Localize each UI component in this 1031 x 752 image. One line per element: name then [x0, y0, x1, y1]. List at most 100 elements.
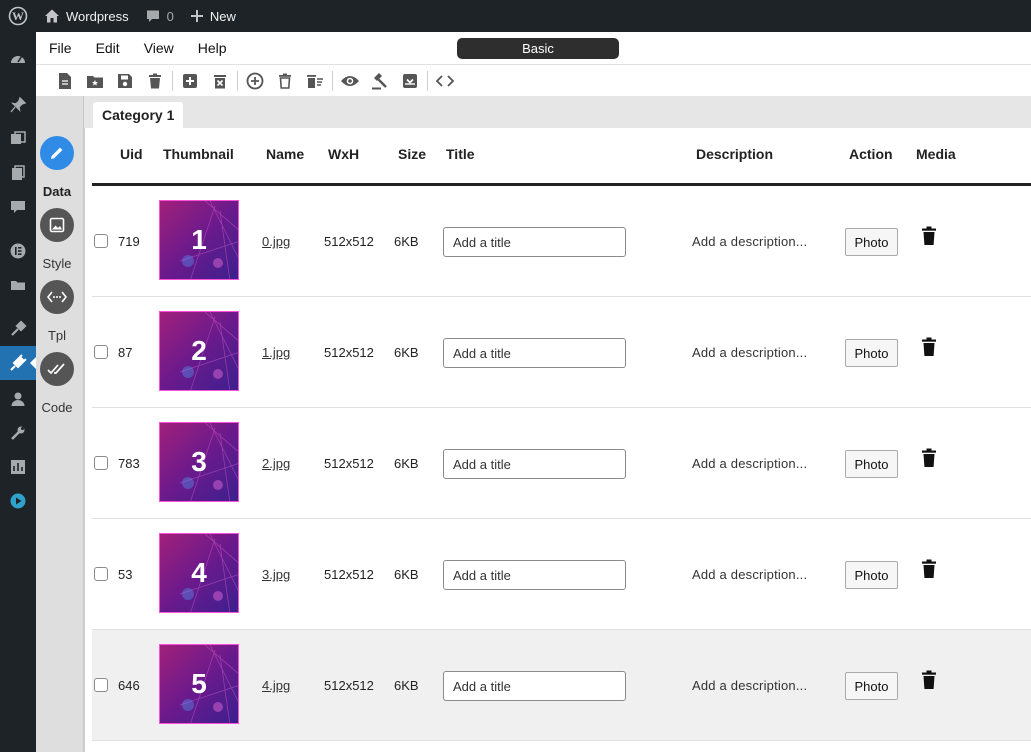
row-file-link[interactable]: 3.jpg — [262, 567, 290, 582]
row-description[interactable]: Add a description... — [692, 345, 807, 360]
comments-menu-icon[interactable] — [0, 190, 36, 224]
row-file-link[interactable]: 1.jpg — [262, 345, 290, 360]
row-thumbnail[interactable]: 5 — [159, 644, 239, 724]
thumbnail-number: 2 — [191, 335, 207, 366]
tools-icon[interactable] — [0, 416, 36, 450]
row-dimensions: 512x512 — [324, 678, 374, 693]
table-row: 646 5 4.jpg 512x512 6KB Add a descriptio… — [92, 630, 1031, 741]
row-checkbox[interactable] — [94, 234, 108, 248]
row-photo-button[interactable]: Photo — [845, 339, 898, 367]
content-area: Category 1 Uid Thumbnail Name WxH Size T… — [84, 96, 1031, 752]
app-side-nav: Data Style Tpl Code — [36, 96, 84, 752]
save-icon[interactable] — [110, 67, 140, 95]
delete-box-icon[interactable] — [205, 67, 235, 95]
trash-icon[interactable] — [921, 670, 937, 693]
col-media: Media — [916, 146, 956, 162]
row-file-link[interactable]: 4.jpg — [262, 678, 290, 693]
new-label: New — [209, 8, 236, 24]
trash-icon[interactable] — [921, 559, 937, 582]
row-photo-button[interactable]: Photo — [845, 672, 898, 700]
wordpress-logo-icon[interactable]: W — [0, 0, 36, 32]
category-tabs: Category 1 — [84, 96, 1031, 128]
col-description: Description — [696, 146, 774, 162]
row-photo-button[interactable]: Photo — [845, 228, 898, 256]
row-description[interactable]: Add a description... — [692, 456, 807, 471]
row-file-link[interactable]: 0.jpg — [262, 234, 290, 249]
delete-sweep-icon[interactable] — [300, 67, 330, 95]
tab-category-1[interactable]: Category 1 — [93, 102, 184, 128]
toolbar — [36, 65, 1031, 96]
elementor-icon[interactable] — [0, 234, 36, 268]
menu-edit[interactable]: Edit — [84, 40, 132, 56]
row-title-input[interactable] — [443, 227, 626, 257]
wp-admin-menu — [0, 32, 36, 752]
play-circle-icon[interactable] — [0, 484, 36, 518]
folder-icon[interactable] — [0, 268, 36, 302]
nav-style[interactable]: Style — [36, 208, 78, 271]
menu-file[interactable]: File — [36, 40, 84, 56]
trash-icon[interactable] — [921, 337, 937, 360]
mode-toggle[interactable]: Basic — [457, 38, 619, 59]
row-file-link[interactable]: 2.jpg — [262, 456, 290, 471]
trash-icon[interactable] — [921, 226, 937, 249]
code-icon[interactable] — [430, 67, 460, 95]
row-thumbnail[interactable]: 3 — [159, 422, 239, 502]
gavel-icon[interactable] — [365, 67, 395, 95]
row-checkbox[interactable] — [94, 567, 108, 581]
comment-icon — [145, 8, 161, 24]
row-title-input[interactable] — [443, 560, 626, 590]
nav-code[interactable]: Code — [36, 352, 78, 415]
add-circle-icon[interactable] — [240, 67, 270, 95]
plugins-icon[interactable] — [0, 346, 36, 380]
settings-icon[interactable] — [0, 450, 36, 484]
open-folder-star-icon[interactable] — [80, 67, 110, 95]
row-checkbox[interactable] — [94, 456, 108, 470]
row-title-input[interactable] — [443, 338, 626, 368]
toolbar-separator — [332, 70, 333, 91]
row-thumbnail[interactable]: 4 — [159, 533, 239, 613]
comments-link[interactable]: 0 — [137, 0, 182, 32]
row-description[interactable]: Add a description... — [692, 234, 807, 249]
row-description[interactable]: Add a description... — [692, 678, 807, 693]
nav-data[interactable]: Data — [36, 136, 78, 199]
col-wxh: WxH — [328, 146, 360, 162]
new-content-link[interactable]: New — [182, 0, 244, 32]
add-box-icon[interactable] — [175, 67, 205, 95]
trash-icon[interactable] — [140, 67, 170, 95]
col-action: Action — [849, 146, 893, 162]
row-photo-button[interactable]: Photo — [845, 561, 898, 589]
appearance-icon[interactable] — [0, 312, 36, 346]
row-title-input[interactable] — [443, 671, 626, 701]
nav-data-label: Data — [42, 184, 72, 199]
pages-icon[interactable] — [0, 156, 36, 190]
app-menubar: File Edit View Help Basic — [36, 32, 1031, 65]
trash-icon[interactable] — [921, 448, 937, 471]
row-checkbox[interactable] — [94, 678, 108, 692]
row-checkbox[interactable] — [94, 345, 108, 359]
row-title-input[interactable] — [443, 449, 626, 479]
menu-help[interactable]: Help — [186, 40, 239, 56]
row-thumbnail[interactable]: 2 — [159, 311, 239, 391]
nav-tpl[interactable]: Tpl — [36, 280, 78, 343]
thumbnail-number: 3 — [191, 446, 207, 477]
preview-eye-icon[interactable] — [335, 67, 365, 95]
dashboard-icon[interactable] — [0, 42, 36, 76]
menu-view[interactable]: View — [132, 40, 186, 56]
row-thumbnail[interactable]: 1 — [159, 200, 239, 280]
row-photo-button[interactable]: Photo — [845, 450, 898, 478]
row-description[interactable]: Add a description... — [692, 567, 807, 582]
nav-tpl-label: Tpl — [47, 328, 67, 343]
pin-icon[interactable] — [0, 88, 36, 122]
site-name-link[interactable]: Wordpress — [36, 0, 137, 32]
nav-style-label: Style — [42, 256, 72, 271]
svg-text:W: W — [12, 9, 24, 23]
new-file-icon[interactable] — [50, 67, 80, 95]
delete-outline-icon[interactable] — [270, 67, 300, 95]
users-icon[interactable] — [0, 382, 36, 416]
table-row: 783 3 2.jpg 512x512 6KB Add a descriptio… — [92, 408, 1031, 519]
media-icon[interactable] — [0, 122, 36, 156]
row-uid: 783 — [118, 456, 140, 471]
col-uid: Uid — [120, 146, 143, 162]
archive-icon[interactable] — [395, 67, 425, 95]
row-size: 6KB — [394, 456, 419, 471]
